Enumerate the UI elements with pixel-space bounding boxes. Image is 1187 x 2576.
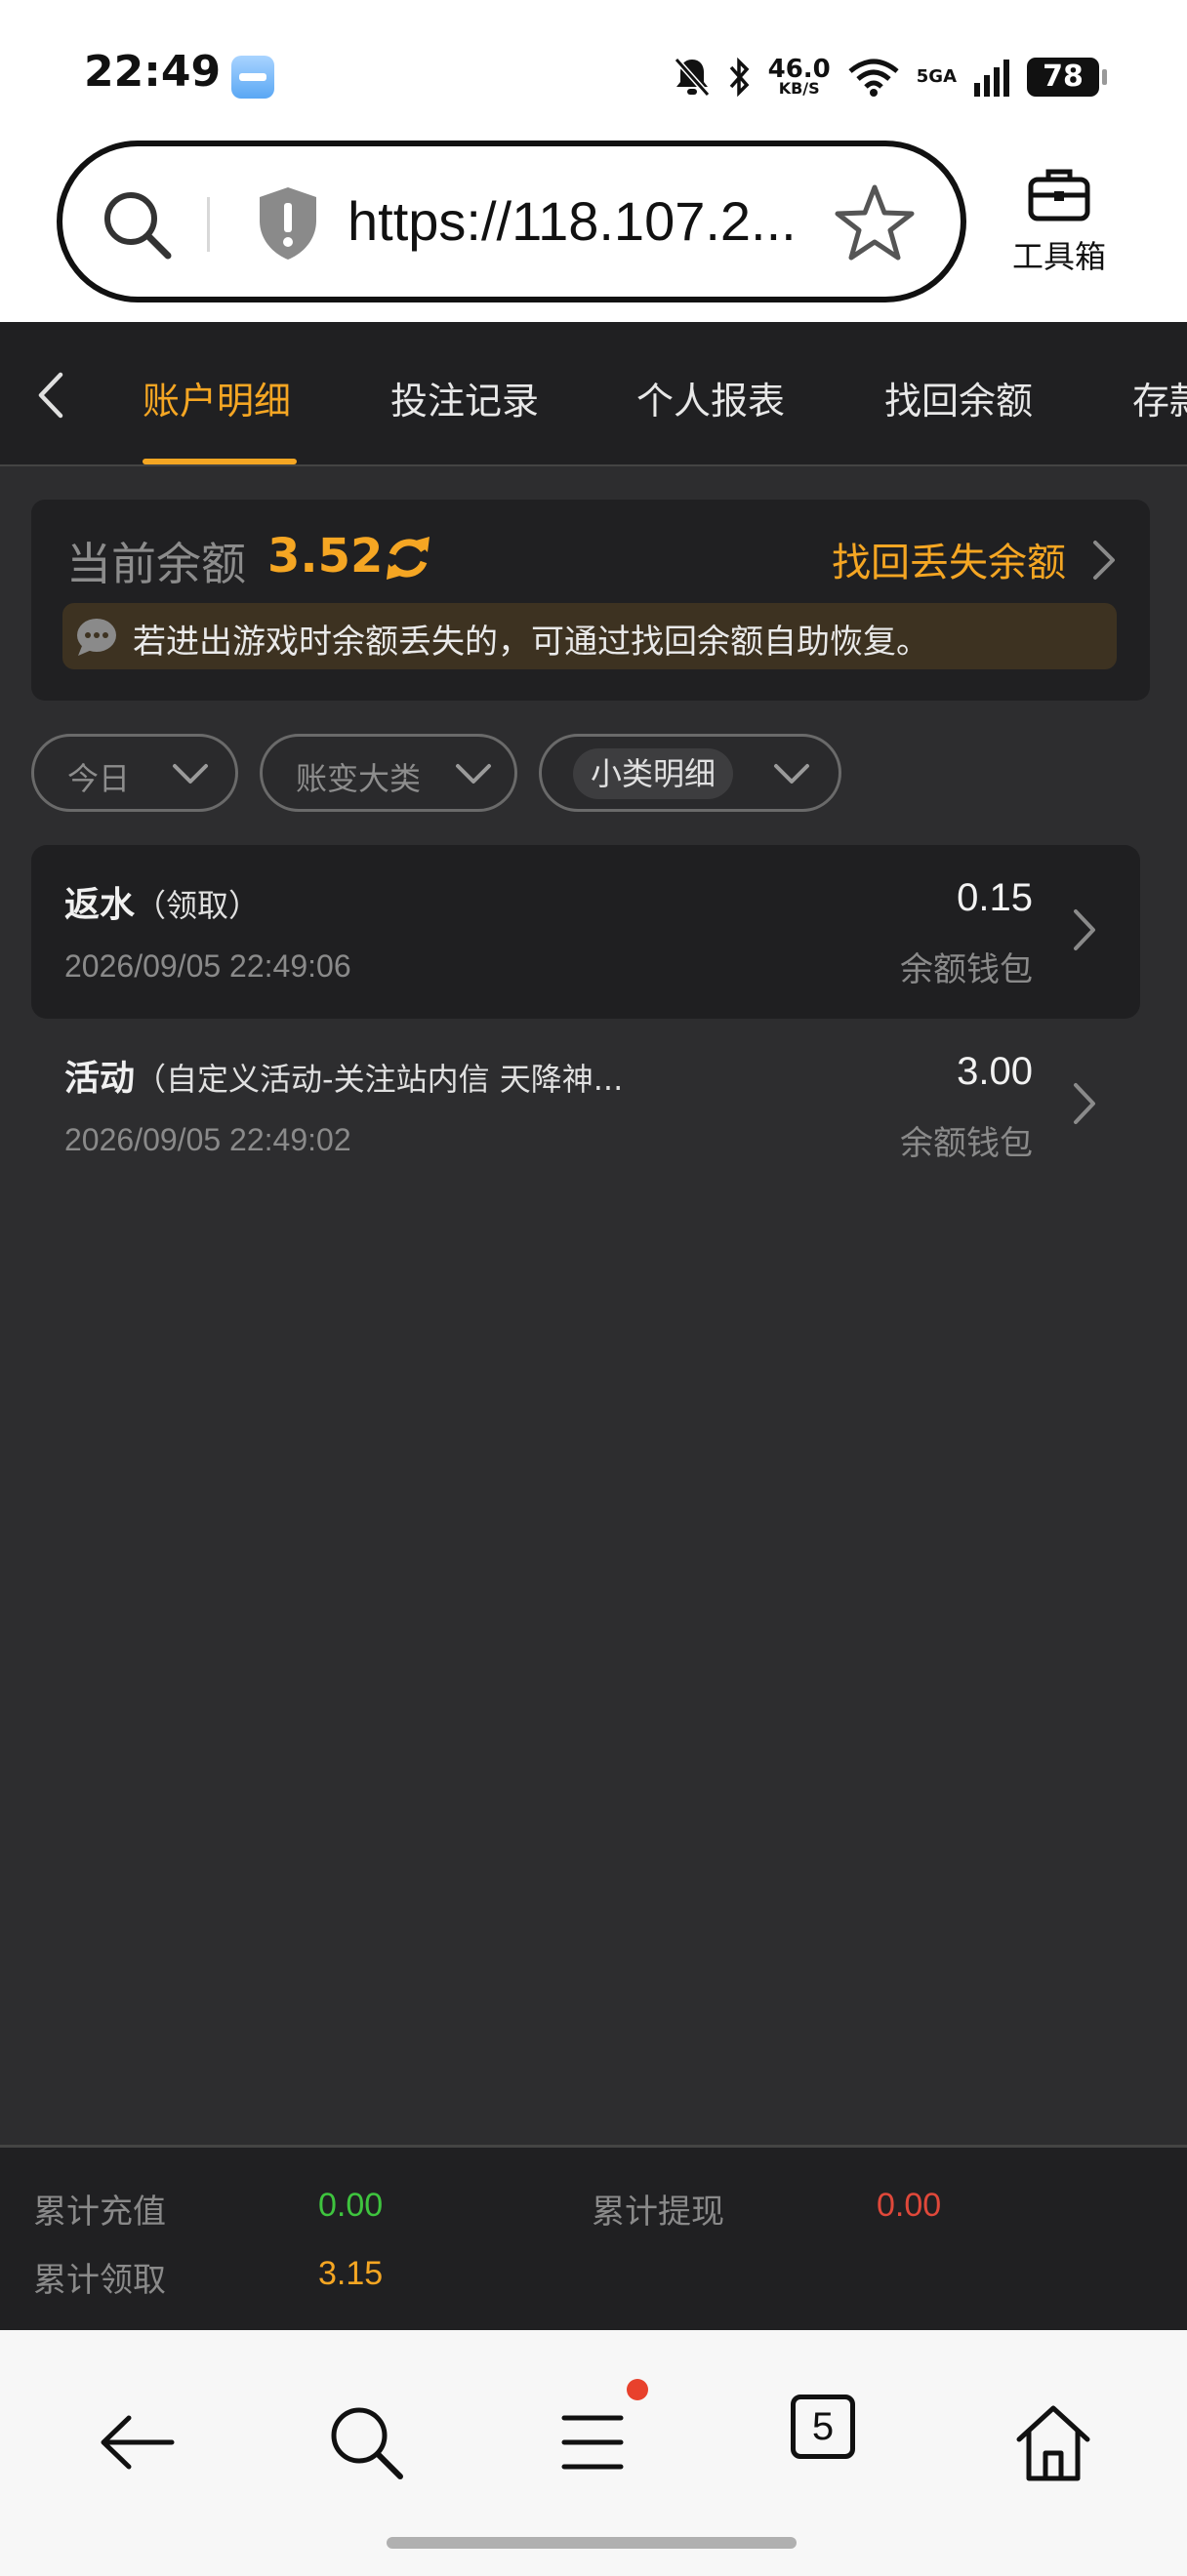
status-time: 22:49 xyxy=(84,47,222,97)
record-detail: （自定义活动-关注站内信 天降神... xyxy=(135,1061,624,1098)
subcategory-filter[interactable]: 小类明细 xyxy=(539,734,841,812)
record-time: 2026/09/05 22:49:02 xyxy=(64,1122,351,1157)
address-bar[interactable]: https://118.107.2... xyxy=(57,141,966,302)
total-withdraw-label: 累计提现 xyxy=(592,2193,724,2232)
chevron-down-icon xyxy=(774,764,809,784)
active-tab-indicator xyxy=(143,459,297,464)
wifi-icon xyxy=(848,59,899,97)
record-type: 活动 xyxy=(64,1059,136,1099)
back-arrow-icon[interactable] xyxy=(94,2398,182,2486)
record-detail: （领取） xyxy=(135,887,261,924)
balance-label: 当前余额 xyxy=(66,538,246,590)
toolbox-icon xyxy=(1028,169,1090,221)
tab-deposit[interactable]: 存款 xyxy=(1132,371,1187,424)
record-amount: 0.15 xyxy=(957,876,1033,919)
home-icon[interactable] xyxy=(1009,2398,1097,2486)
category-filter[interactable]: 账变大类 xyxy=(260,734,517,812)
recover-lost-balance-link[interactable]: 找回丢失余额 xyxy=(832,531,1066,587)
date-filter[interactable]: 今日 xyxy=(31,734,238,812)
status-bar: 22:49 46.0 KB/S 5GA 78 xyxy=(0,0,1187,137)
status-icons: 46.0 KB/S 5GA 78 xyxy=(673,51,1107,103)
search-icon[interactable] xyxy=(98,185,176,263)
network-type: 5GA xyxy=(916,66,957,87)
chevron-right-icon xyxy=(1074,909,1095,950)
search-icon[interactable] xyxy=(322,2398,410,2486)
url-text[interactable]: https://118.107.2... xyxy=(348,189,797,253)
record-time: 2026/09/05 22:49:06 xyxy=(64,948,351,984)
date-filter-label: 今日 xyxy=(67,760,131,797)
category-filter-label: 账变大类 xyxy=(296,760,422,797)
total-withdraw-value: 0.00 xyxy=(877,2187,942,2224)
toolbox-label: 工具箱 xyxy=(1011,238,1106,275)
record-title: 活动（自定义活动-关注站内信 天降神... xyxy=(64,1050,623,1101)
summary-footer: 累计充值 0.00 累计提现 0.00 累计领取 3.15 xyxy=(0,2145,1187,2330)
address-divider xyxy=(207,197,210,252)
total-claim-value: 3.15 xyxy=(318,2255,384,2292)
record-title: 返水（领取） xyxy=(64,876,260,927)
toolbox-button[interactable]: 工具箱 xyxy=(996,166,1123,277)
notice-text: 若进出游戏时余额丢失的，可通过找回余额自助恢复。 xyxy=(133,623,929,662)
battery-icon: 78 xyxy=(1027,58,1107,97)
chat-bubble-icon xyxy=(77,619,116,656)
back-chevron-icon[interactable] xyxy=(31,369,70,422)
subcategory-filter-label: 小类明细 xyxy=(573,748,734,799)
record-wallet: 余额钱包 xyxy=(900,950,1033,989)
balance-card: 当前余额 3.52 找回丢失余额 若进出游戏时余额丢失的，可通过找回余额自助恢复… xyxy=(31,500,1150,701)
total-claim-label: 累计领取 xyxy=(33,2261,166,2300)
total-recharge-value: 0.00 xyxy=(318,2187,384,2224)
tabs-count-button[interactable]: 5 xyxy=(791,2395,855,2459)
chevron-down-icon xyxy=(456,764,491,784)
record-type: 返水 xyxy=(64,885,136,925)
menu-notification-dot xyxy=(627,2379,648,2400)
signal-icon xyxy=(974,60,1009,97)
balance-notice: 若进出游戏时余额丢失的，可通过找回余额自助恢复。 xyxy=(62,603,1117,669)
tab-personal-report[interactable]: 个人报表 xyxy=(636,371,785,424)
browser-nav-bar: 5 xyxy=(0,2330,1187,2576)
bluetooth-icon xyxy=(729,57,750,98)
record-row[interactable]: 活动（自定义活动-关注站内信 天降神... 2026/09/05 22:49:0… xyxy=(31,1019,1140,1192)
chevron-down-icon xyxy=(173,764,208,784)
record-wallet: 余额钱包 xyxy=(900,1124,1033,1163)
bookmark-star-icon[interactable] xyxy=(834,181,916,263)
mute-bell-icon xyxy=(674,58,710,97)
refresh-icon[interactable] xyxy=(383,533,433,584)
total-recharge-label: 累计充值 xyxy=(33,2193,166,2232)
menu-icon[interactable] xyxy=(549,2398,636,2486)
tab-recover-balance[interactable]: 找回余额 xyxy=(884,371,1033,424)
network-speed: 46.0 KB/S xyxy=(767,55,831,98)
tab-bet-records[interactable]: 投注记录 xyxy=(390,371,539,424)
tab-bar: 账户明细 投注记录 个人报表 找回余额 存款 xyxy=(0,322,1187,466)
balance-value: 3.52 xyxy=(267,529,384,584)
chevron-right-icon[interactable] xyxy=(1087,537,1121,584)
tab-account-details[interactable]: 账户明细 xyxy=(143,371,291,424)
security-warning-shield-icon[interactable] xyxy=(254,183,322,263)
home-indicator[interactable] xyxy=(387,2537,797,2549)
record-row[interactable]: 返水（领取） 2026/09/05 22:49:06 0.15 余额钱包 xyxy=(31,845,1140,1019)
chevron-right-icon xyxy=(1074,1083,1095,1124)
browser-toolbar: https://118.107.2... 工具箱 xyxy=(0,137,1187,322)
app-notification-icon xyxy=(231,56,274,99)
record-amount: 3.00 xyxy=(957,1050,1033,1093)
